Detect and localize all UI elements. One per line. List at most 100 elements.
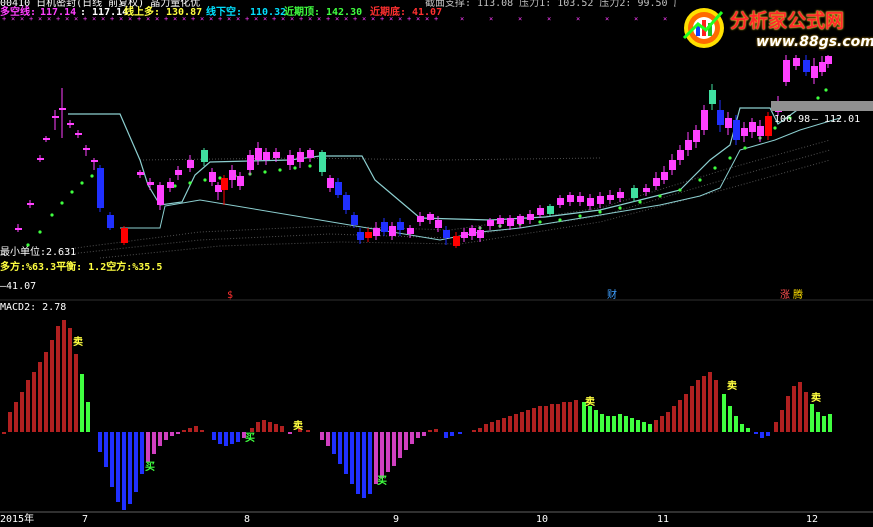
macd-bar (450, 432, 454, 436)
trend-dot (80, 181, 84, 185)
candle-body (343, 195, 350, 210)
price-right-high: 112.01 (824, 114, 861, 125)
trend-dot (308, 164, 312, 168)
signal-marker-glyph: × (663, 15, 667, 23)
event-marker-finance[interactable]: 财 (607, 290, 617, 302)
macd-bar (212, 432, 216, 440)
candle-body (427, 214, 434, 220)
candle-body (83, 148, 90, 150)
event-marker-limit-up[interactable]: 涨 (780, 290, 790, 302)
event-marker-teng[interactable]: 腾 (793, 290, 803, 302)
macd-bar (746, 428, 750, 432)
candle-body (247, 155, 254, 170)
macd-bar (514, 414, 518, 432)
macd-bar (496, 420, 500, 432)
macd-bar (490, 422, 494, 432)
macd-bar (262, 420, 266, 432)
macd-bar (416, 432, 420, 438)
macd-bar (484, 424, 488, 432)
signal-marker-glyph: × (489, 15, 493, 23)
x-axis-label-9: 9 (393, 514, 400, 525)
candle-body (597, 196, 604, 204)
candle-body (783, 60, 790, 82)
trend-dot (713, 166, 717, 170)
macd-bar (392, 432, 396, 466)
candle-body (749, 122, 756, 132)
macd-bar (780, 410, 784, 432)
jinqiding-value: 142.30 (326, 7, 363, 18)
trend-dot (578, 214, 582, 218)
macd-bar (170, 432, 174, 436)
signal-marker-glyph: × (576, 15, 580, 23)
duokong-label: 多空线: (0, 7, 37, 18)
macd-bar (672, 406, 676, 432)
candle-body (137, 172, 144, 175)
macd-bar (68, 328, 72, 432)
candle-body (297, 152, 304, 162)
macd-bar (386, 432, 390, 472)
macd-bar (110, 432, 114, 487)
trend-dot (278, 168, 282, 172)
macd-bar (350, 432, 354, 484)
macd-bar (828, 414, 832, 432)
macd-bar (714, 380, 718, 432)
macd-bar (478, 428, 482, 432)
macd-signal-sell: 卖 (585, 397, 595, 408)
macd-bar (544, 406, 548, 432)
macd-bar (774, 422, 778, 432)
candle-body (717, 110, 724, 125)
candle-body (201, 150, 208, 162)
macd-bar (678, 400, 682, 432)
macd-bar (62, 320, 66, 432)
macd-bar (98, 432, 102, 452)
macd-bar (708, 372, 712, 432)
candle-body (669, 160, 676, 170)
support-pressure-text: 截面支撑: 113.08 压力1: 103.52 压力2: 99.50 压力3: (425, 0, 706, 9)
macd-bar (236, 432, 240, 442)
trend-dot (203, 178, 207, 182)
macd-bar (428, 430, 432, 432)
macd-bar (74, 354, 78, 432)
macd-signal-sell: 卖 (293, 421, 303, 432)
macd-bar (556, 404, 560, 432)
macd-bar (728, 406, 732, 432)
macd-signal-buy: 买 (145, 462, 155, 473)
macd-bar (140, 432, 144, 474)
macd-bar (200, 430, 204, 432)
trend-dot (743, 146, 747, 150)
candle-body (537, 208, 544, 215)
candle-body (91, 160, 98, 162)
macd-bar (630, 418, 634, 432)
event-marker-dividend[interactable]: $ (227, 290, 233, 302)
macd-bar (38, 362, 42, 432)
macd-bar (734, 416, 738, 432)
macd-bar (194, 426, 198, 432)
min-unit-text: 最小单位:2.631 (0, 247, 77, 258)
macd-bar (702, 376, 706, 432)
macd-bar (532, 408, 536, 432)
trend-dot (70, 190, 74, 194)
candle-body (547, 206, 554, 214)
candle-body (435, 220, 442, 228)
candle-body (237, 176, 244, 186)
low-price-label: —41.07 (0, 281, 37, 292)
candle-body (107, 215, 114, 228)
macd-bar (158, 432, 162, 446)
candle-body (469, 228, 476, 236)
macd-bar (274, 424, 278, 432)
trend-dot (90, 174, 94, 178)
candle-body (327, 178, 334, 188)
candle-body (397, 222, 404, 230)
logo-title: 分析家公式网 (730, 10, 845, 32)
macd-bar (280, 426, 284, 432)
candle-body (175, 170, 182, 175)
candle-body (52, 116, 59, 118)
candle-body (517, 216, 524, 224)
macd-bar (44, 352, 48, 432)
signal-marker-glyph: × (362, 15, 366, 23)
x-axis-label-7: 7 (82, 514, 89, 525)
trend-dot (658, 194, 662, 198)
candle-body (43, 138, 50, 140)
candle-body (273, 152, 280, 158)
macd-bar (404, 432, 408, 450)
